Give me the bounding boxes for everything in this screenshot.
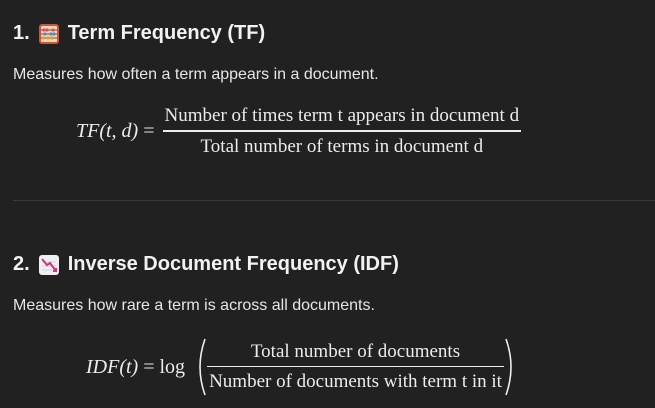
tf-formula-lhs: TF(t, d) = (76, 120, 155, 143)
tf-equals: = (143, 119, 155, 142)
idf-lhs-args: (t) (119, 355, 139, 378)
section-divider (13, 200, 655, 201)
tf-section: 1. Term Frequency (TF) (13, 22, 655, 45)
idf-title: Inverse Document Frequency (IDF) (67, 253, 399, 275)
idf-numerator: Total number of documents (250, 340, 461, 362)
idf-log: log (159, 355, 186, 378)
idf-formula: IDF(t) = log Total number of documents N… (86, 337, 518, 397)
tf-numerator: Number of times term t appears in docume… (164, 105, 520, 126)
idf-equals: = (143, 355, 155, 378)
tf-heading: 1. Term Frequency (TF) (13, 22, 655, 45)
tf-denominator: Total number of terms in document d (200, 135, 484, 157)
idf-formula-lhs: IDF(t) = log (86, 356, 185, 379)
idf-lhs-name: IDF (86, 355, 120, 378)
tf-fraction-bar (162, 130, 522, 132)
tf-lhs-args: (t, d) (99, 119, 139, 142)
right-paren-icon (505, 338, 512, 396)
tf-fraction: Number of times term t appears in docume… (162, 104, 522, 159)
idf-fraction-bar (207, 365, 504, 368)
idf-denominator: Number of documents with term t in it (209, 371, 502, 393)
tf-description: Measures how often a term appears in a d… (13, 66, 379, 83)
idf-number: 2. (13, 253, 30, 275)
tf-title: Term Frequency (TF) (67, 22, 266, 44)
chart-decreasing-icon (38, 254, 60, 276)
tf-lhs-name: TF (76, 119, 100, 142)
idf-heading: 2. Inverse Document Frequency (IDF) (13, 253, 655, 276)
abacus-icon (38, 23, 60, 45)
left-paren-icon (199, 338, 206, 396)
tf-formula: TF(t, d) = Number of times term t appear… (76, 104, 522, 159)
tf-number: 1. (13, 22, 30, 44)
idf-fraction: Total number of documents Number of docu… (207, 340, 504, 395)
idf-section: 2. Inverse Document Frequency (IDF) (13, 253, 655, 276)
idf-description: Measures how rare a term is across all d… (13, 297, 375, 314)
